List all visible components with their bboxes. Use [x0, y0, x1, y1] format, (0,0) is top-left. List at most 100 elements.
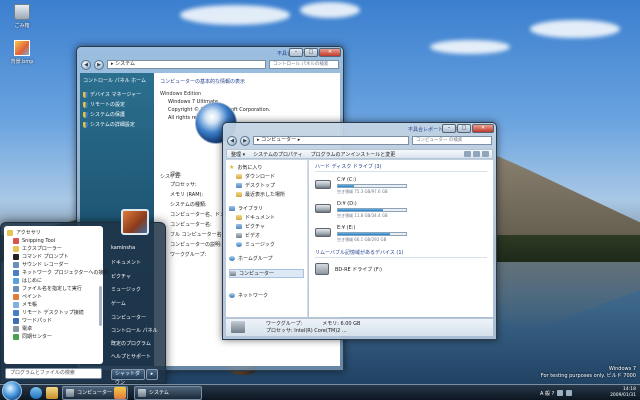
desktop-icon-recycle-bin[interactable]: ごみ箱 [2, 4, 42, 29]
nav-homegroup[interactable]: ホームグループ [229, 255, 304, 262]
user-picture[interactable] [121, 209, 149, 235]
program-item[interactable]: ペイント [7, 293, 100, 301]
nav-documents[interactable]: ドキュメント [229, 214, 304, 221]
search-input[interactable]: コントロール パネルの検索 [269, 60, 339, 69]
forward-button[interactable]: ▶ [94, 59, 104, 70]
program-icon [13, 334, 19, 340]
system-properties-button[interactable]: システムのプロパティ [253, 151, 303, 158]
program-item[interactable]: リモート デスクトップ接続 [7, 309, 100, 317]
program-item[interactable]: アクセサリ [7, 229, 100, 237]
program-item[interactable]: はじめに [7, 277, 100, 285]
nav-label: 最近表示した場所 [245, 192, 286, 198]
scrollbar[interactable] [99, 286, 102, 326]
nav-network[interactable]: ネットワーク [229, 292, 304, 299]
music-icon [236, 242, 242, 247]
program-item[interactable]: Snipping Tool [7, 237, 100, 245]
close-button[interactable]: ✕ [319, 48, 341, 57]
program-item[interactable]: サウンド レコーダー [7, 261, 100, 269]
taskbar-button-system[interactable]: システム [134, 386, 202, 400]
pictures-link[interactable]: ピクチャ [111, 273, 131, 280]
program-item[interactable]: ネットワーク プロジェクターへの接続 [7, 269, 108, 277]
link-label: デバイス マネージャー [90, 92, 142, 98]
desktop-icon-bitmap[interactable]: 背景.bmp [2, 40, 42, 65]
computer-link[interactable]: コンピューター [111, 314, 146, 321]
back-button[interactable]: ◀ [81, 59, 91, 70]
computer-icon [231, 321, 245, 333]
nav-recent-places[interactable]: 最近表示した場所 [229, 191, 304, 198]
program-icon [13, 238, 19, 244]
hdd-group-header[interactable]: ハード ディスク ドライブ (3) [315, 163, 487, 172]
nav-desktop[interactable]: デスクトップ [229, 182, 304, 189]
network-icon[interactable] [557, 390, 564, 396]
remote-settings-link[interactable]: リモートの設定 [83, 101, 151, 108]
device-manager-link[interactable]: デバイス マネージャー [83, 91, 151, 98]
link-label: システムの詳細設定 [90, 122, 135, 128]
uninstall-programs-button[interactable]: プログラムのアンインストールと変更 [311, 151, 396, 158]
close-button[interactable]: ✕ [472, 124, 494, 133]
nav-downloads[interactable]: ダウンロード [229, 173, 304, 180]
drive-d[interactable]: D:¥ (D:) 空き領域 11.8 GB/34.4 GB [315, 201, 487, 219]
shutdown-options-button[interactable]: ▸ [146, 369, 158, 380]
maximize-button[interactable]: □ [457, 124, 471, 133]
language-bar[interactable]: A 般 ? [540, 390, 554, 397]
media-player-icon[interactable] [114, 387, 126, 399]
system-protection-link[interactable]: システムの保護 [83, 111, 151, 118]
maximize-button[interactable]: □ [304, 48, 318, 57]
default-programs-link[interactable]: 既定のプログラム [111, 340, 151, 347]
program-item[interactable]: 電卓 [7, 325, 100, 333]
games-link[interactable]: ゲーム [111, 300, 126, 307]
program-item[interactable]: メモ帳 [7, 301, 100, 309]
drives-content: ハード ディスク ドライブ (3) C:¥ (C:) 空き領域 75.3 GB/… [309, 160, 493, 317]
nav-favorites[interactable]: ★ お気に入り [229, 164, 304, 172]
minimize-button[interactable]: – [289, 48, 303, 57]
program-item[interactable]: 同期センター [7, 333, 100, 341]
removable-group-header[interactable]: リムーバブル記憶域があるデバイス (1) [315, 249, 487, 258]
computer-window[interactable]: 不具合レポートの送信 – □ ✕ ◀ ▶ ▸ コンピューター ▸ コンピューター… [222, 122, 497, 340]
program-item[interactable]: ファイル名を指定して実行 [7, 285, 100, 293]
preview-pane-icon[interactable] [473, 151, 480, 157]
back-button[interactable]: ◀ [227, 135, 237, 146]
forward-button[interactable]: ▶ [240, 135, 250, 146]
organize-button[interactable]: 整理 ▾ [231, 151, 245, 158]
build-watermark: Windows 7 For testing purposes only. ビルド… [541, 366, 636, 380]
music-link[interactable]: ミュージック [111, 286, 141, 293]
internet-explorer-icon[interactable] [30, 387, 42, 399]
address-bar: ◀ ▶ ▸ コンピューター ▸ コンピューター の検索 [227, 135, 492, 146]
search-input[interactable]: コンピューター の検索 [412, 136, 492, 145]
volume-icon[interactable] [566, 390, 573, 396]
user-name-link[interactable]: kaminsha [111, 245, 135, 251]
minimize-button[interactable]: – [442, 124, 456, 133]
drive-f[interactable]: BD-RE ドライブ (F:) [315, 263, 487, 275]
control-panel-home-link[interactable]: コントロール パネル ホーム [83, 77, 151, 84]
help-support-link[interactable]: ヘルプとサポート [111, 353, 151, 360]
shield-icon [83, 91, 88, 98]
hard-disk-icon [315, 180, 331, 189]
program-item[interactable]: エクスプローラー [7, 245, 100, 253]
advanced-settings-link[interactable]: システムの詳細設定 [83, 121, 151, 128]
documents-link[interactable]: ドキュメント [111, 259, 141, 266]
memory-value: メモリ: 6.00 GB [322, 321, 361, 327]
views-icon[interactable] [464, 151, 471, 157]
start-button[interactable] [2, 381, 22, 400]
nav-libraries[interactable]: ライブラリ [229, 205, 304, 212]
nav-videos[interactable]: ビデオ [229, 232, 304, 239]
program-item[interactable]: ワードパッド [7, 317, 100, 325]
nav-pictures[interactable]: ピクチャ [229, 223, 304, 230]
explorer-icon[interactable] [46, 387, 58, 399]
start-search-input[interactable]: プログラムとファイルの検索 [5, 368, 102, 379]
clock[interactable]: 14:18 2009/01/31 [610, 387, 640, 399]
workgroup-label: ワークグループ: [266, 321, 303, 327]
program-item[interactable]: コマンド プロンプト [7, 253, 100, 261]
program-label: ワードパッド [22, 318, 53, 324]
shield-icon [83, 101, 88, 108]
address-field[interactable]: ▸ システム [107, 60, 266, 69]
help-icon[interactable] [482, 151, 489, 157]
drive-e[interactable]: E:¥ (E:) 空き領域 66.1 GB/292 GB [315, 225, 487, 243]
nav-music[interactable]: ミュージック [229, 241, 304, 248]
control-panel-link[interactable]: コントロール パネル [111, 327, 158, 334]
nav-computer[interactable]: コンピューター [229, 269, 304, 278]
address-field[interactable]: ▸ コンピューター ▸ [253, 136, 409, 145]
drive-c[interactable]: C:¥ (C:) 空き領域 75.3 GB/97.6 GB [315, 177, 487, 195]
shutdown-button[interactable]: シャットダウン [111, 369, 145, 386]
clock-date: 2009/01/31 [610, 393, 636, 398]
